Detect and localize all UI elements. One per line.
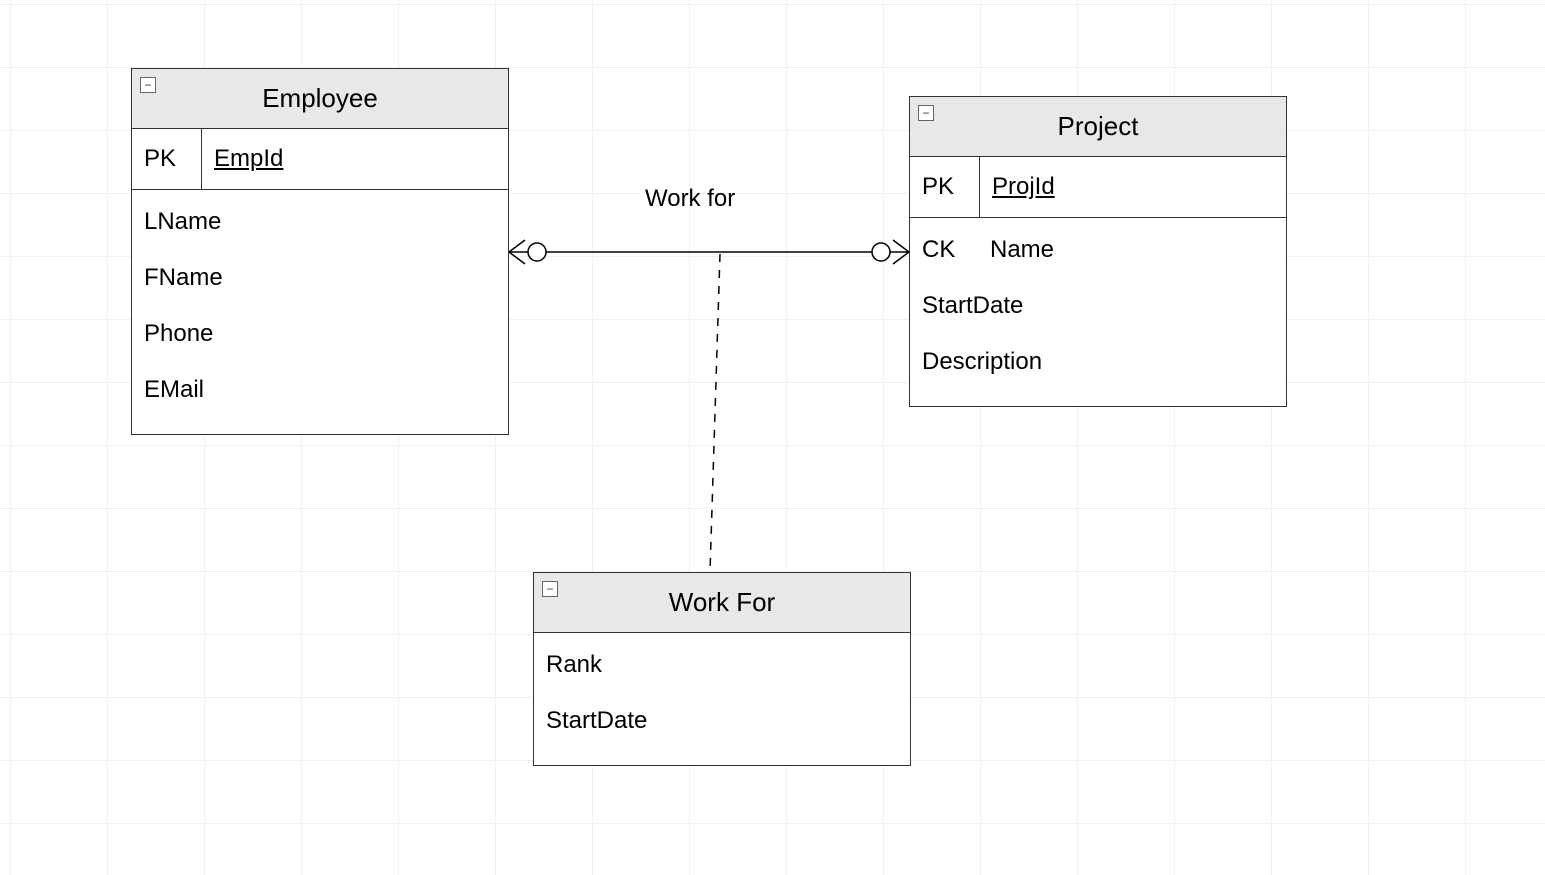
entity-header: − Project: [910, 97, 1286, 157]
pk-field: ProjId: [980, 157, 1286, 217]
pk-label: PK: [910, 157, 980, 217]
entity-project[interactable]: − Project PK ProjId CK Name StartDate De…: [909, 96, 1287, 407]
entity-workfor[interactable]: − Work For Rank StartDate: [533, 572, 911, 766]
pk-field: EmpId: [202, 129, 508, 189]
pk-row: PK ProjId: [910, 157, 1286, 218]
relationship-label: Work for: [645, 185, 735, 213]
attrs-list: CK Name StartDate Description: [910, 218, 1286, 406]
collapse-icon[interactable]: −: [542, 581, 558, 597]
collapse-icon[interactable]: −: [918, 105, 934, 121]
attr: StartDate: [922, 278, 1274, 334]
attr: StartDate: [546, 693, 898, 749]
attr: LName: [144, 194, 496, 250]
attr: FName: [144, 250, 496, 306]
collapse-icon[interactable]: −: [140, 77, 156, 93]
entity-header: − Employee: [132, 69, 508, 129]
entity-title: Project: [1058, 111, 1139, 141]
entity-header: − Work For: [534, 573, 910, 633]
pk-row: PK EmpId: [132, 129, 508, 190]
attr: Rank: [546, 637, 898, 693]
entity-employee[interactable]: − Employee PK EmpId LName FName Phone EM…: [131, 68, 509, 435]
attrs-list: Rank StartDate: [534, 633, 910, 765]
attrs-list: LName FName Phone EMail: [132, 190, 508, 434]
pk-label: PK: [132, 129, 202, 189]
ck-field: Name: [990, 236, 1054, 264]
attr: CK Name: [922, 222, 1274, 278]
entity-title: Employee: [262, 83, 378, 113]
ck-label: CK: [922, 236, 970, 264]
attr: EMail: [144, 362, 496, 418]
diagram-canvas[interactable]: Work for − Employee PK EmpId LName FName…: [0, 0, 1545, 875]
entity-title: Work For: [669, 587, 775, 617]
attr: Description: [922, 334, 1274, 390]
attr: Phone: [144, 306, 496, 362]
